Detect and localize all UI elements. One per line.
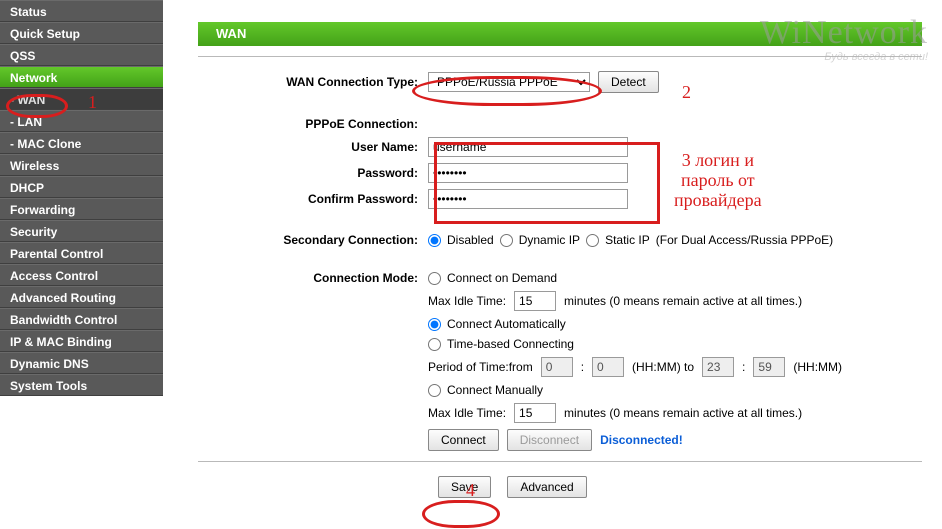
main-content: WAN WAN Connection Type: PPPoE/Russia PP… [170,0,942,529]
max-idle-time-input-1[interactable] [514,291,556,311]
connection-status: Disconnected! [600,433,683,447]
sidebar-item-forwarding[interactable]: Forwarding [0,198,163,220]
label-hhmm-to: (HH:MM) to [632,360,694,374]
max-idle-time-input-2[interactable] [514,403,556,423]
sidebar-item-parental-control[interactable]: Parental Control [0,242,163,264]
sidebar-item-lan[interactable]: - LAN [0,110,163,132]
detect-button[interactable]: Detect [598,71,659,93]
label-period-prefix: Period of Time:from [428,360,533,374]
confirm-password-input[interactable] [428,189,628,209]
radio-time-based[interactable]: Time-based Connecting [428,337,574,351]
period-to-mm[interactable] [753,357,785,377]
disconnect-button[interactable]: Disconnect [507,429,592,451]
sidebar-item-status[interactable]: Status [0,0,163,22]
label-username: User Name: [198,140,428,154]
secondary-note: (For Dual Access/Russia PPPoE) [656,233,833,247]
username-input[interactable] [428,137,628,157]
sidebar-item-security[interactable]: Security [0,220,163,242]
label-idle-unit-1: minutes (0 means remain active at all ti… [564,294,802,308]
divider-bottom [198,461,922,462]
sidebar-item-wireless[interactable]: Wireless [0,154,163,176]
sidebar-item-bandwidth-control[interactable]: Bandwidth Control [0,308,163,330]
connect-button[interactable]: Connect [428,429,499,451]
save-button[interactable]: Save [438,476,491,498]
period-from-mm[interactable] [592,357,624,377]
sidebar-item-qss[interactable]: QSS [0,44,163,66]
label-idle-unit-2: minutes (0 means remain active at all ti… [564,406,802,420]
period-from-hh[interactable] [541,357,573,377]
radio-connect-on-demand[interactable]: Connect on Demand [428,271,557,285]
label-hhmm-2: (HH:MM) [793,360,842,374]
label-max-idle-2: Max Idle Time: [428,406,506,420]
sidebar-item-dhcp[interactable]: DHCP [0,176,163,198]
sidebar-item-mac-clone[interactable]: - MAC Clone [0,132,163,154]
radio-secondary-dynamic[interactable]: Dynamic IP [500,233,580,247]
period-to-hh[interactable] [702,357,734,377]
page-title: WAN [198,22,922,46]
sidebar-item-system-tools[interactable]: System Tools [0,374,163,396]
wan-connection-type-select[interactable]: PPPoE/Russia PPPoE [428,72,590,92]
radio-connect-manually[interactable]: Connect Manually [428,383,543,397]
sidebar: Status Quick Setup QSS Network - WAN - L… [0,0,163,396]
sidebar-item-network[interactable]: Network [0,66,163,88]
radio-connect-automatically[interactable]: Connect Automatically [428,317,566,331]
radio-secondary-disabled[interactable]: Disabled [428,233,494,247]
sidebar-item-dynamic-dns[interactable]: Dynamic DNS [0,352,163,374]
label-confirm-password: Confirm Password: [198,192,428,206]
label-secondary-connection: Secondary Connection: [198,233,428,247]
sidebar-item-advanced-routing[interactable]: Advanced Routing [0,286,163,308]
radio-secondary-static[interactable]: Static IP [586,233,650,247]
sidebar-item-access-control[interactable]: Access Control [0,264,163,286]
label-connection-mode: Connection Mode: [198,271,428,285]
label-password: Password: [198,166,428,180]
sidebar-item-wan[interactable]: - WAN [0,88,163,110]
label-max-idle-1: Max Idle Time: [428,294,506,308]
password-input[interactable] [428,163,628,183]
advanced-button[interactable]: Advanced [507,476,586,498]
label-pppoe-section: PPPoE Connection: [198,117,428,131]
sidebar-item-ip-mac-binding[interactable]: IP & MAC Binding [0,330,163,352]
divider [198,56,922,57]
label-conn-type: WAN Connection Type: [198,75,428,89]
sidebar-item-quick-setup[interactable]: Quick Setup [0,22,163,44]
